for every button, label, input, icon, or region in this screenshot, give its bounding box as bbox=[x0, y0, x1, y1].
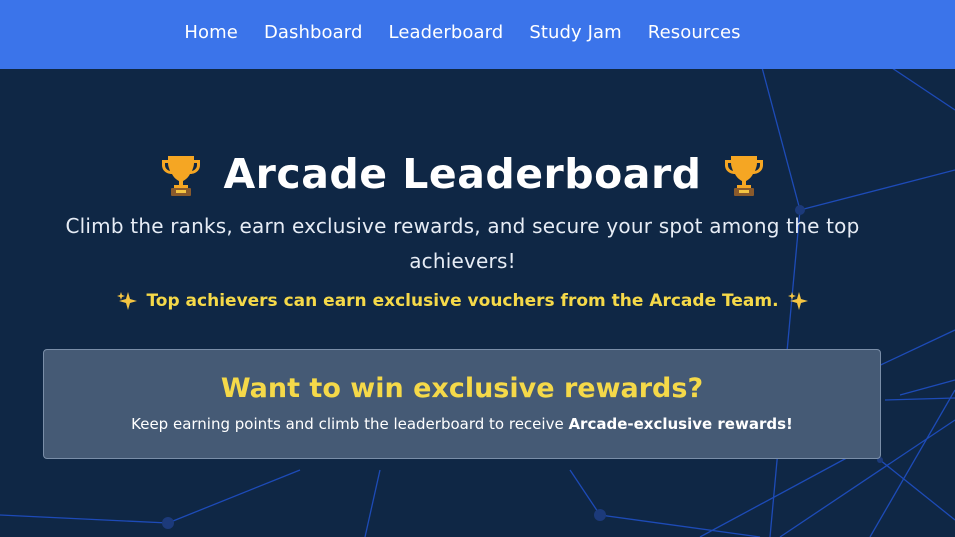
sparkles-icon bbox=[117, 292, 138, 310]
title-row: Arcade Leaderboard bbox=[0, 147, 925, 201]
reward-card-text: Keep earning points and climb the leader… bbox=[44, 413, 880, 435]
sparkles-icon bbox=[787, 292, 808, 310]
voucher-highlight: Top achievers can earn exclusive voucher… bbox=[0, 289, 925, 313]
highlight-text: Top achievers can earn exclusive voucher… bbox=[146, 291, 779, 311]
nav-home[interactable]: Home bbox=[184, 22, 238, 43]
top-navbar: Home Dashboard Leaderboard Study Jam Res… bbox=[0, 0, 955, 69]
nav-leaderboard[interactable]: Leaderboard bbox=[389, 22, 504, 43]
reward-card: Want to win exclusive rewards? Keep earn… bbox=[43, 349, 881, 459]
nav-study-jam[interactable]: Study Jam bbox=[529, 22, 621, 43]
hero-section: Arcade Leaderboard Climb the ranks, earn… bbox=[0, 69, 925, 313]
reward-card-text-prefix: Keep earning points and climb the leader… bbox=[131, 415, 569, 433]
page: Home Dashboard Leaderboard Study Jam Res… bbox=[0, 0, 955, 537]
hero-subtitle: Climb the ranks, earn exclusive rewards,… bbox=[65, 214, 860, 273]
nav-dashboard[interactable]: Dashboard bbox=[264, 22, 363, 43]
reward-card-text-bold: Arcade-exclusive rewards! bbox=[568, 415, 793, 433]
page-title: Arcade Leaderboard bbox=[223, 150, 702, 198]
nav-links: Home Dashboard Leaderboard Study Jam Res… bbox=[0, 0, 925, 64]
reward-card-title: Want to win exclusive rewards? bbox=[220, 373, 704, 404]
trophy-icon bbox=[724, 156, 763, 196]
trophy-icon bbox=[162, 156, 201, 196]
nav-resources[interactable]: Resources bbox=[648, 22, 741, 43]
